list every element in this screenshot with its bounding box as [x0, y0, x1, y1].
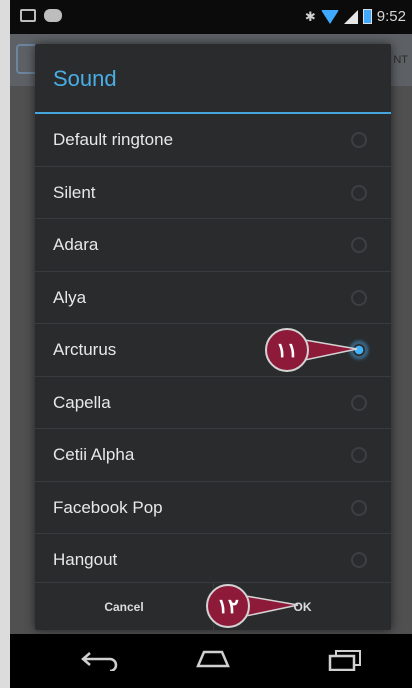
ringtone-item[interactable]: Facebook Pop — [35, 482, 391, 534]
ringtone-item[interactable]: Cetii Alpha — [35, 429, 391, 482]
signal-icon — [343, 9, 358, 24]
voicemail-icon — [44, 9, 62, 22]
ringtone-item[interactable]: Silent — [35, 167, 391, 219]
radio-button[interactable] — [351, 132, 367, 148]
ringtone-item[interactable]: Hangout — [35, 534, 391, 582]
status-bar: ✱ 9:52 — [10, 0, 412, 34]
callout-ok: ۱۲ — [206, 583, 306, 629]
ringtone-label: Hangout — [53, 550, 118, 569]
bluetooth-icon: ✱ — [304, 8, 316, 24]
recent-apps-icon[interactable] — [328, 649, 362, 671]
navigation-bar — [10, 634, 412, 688]
ringtone-label: Default ringtone — [53, 130, 174, 149]
cancel-button[interactable]: Cancel — [35, 583, 213, 631]
wifi-icon — [320, 9, 339, 24]
ringtone-label: Adara — [53, 235, 99, 254]
radio-button[interactable] — [351, 184, 367, 201]
home-icon[interactable] — [194, 648, 232, 668]
ringtone-item[interactable]: Adara — [35, 219, 391, 272]
ringtone-label: Silent — [53, 182, 96, 202]
ringtone-item[interactable]: Capella — [35, 377, 391, 429]
ringtone-label: Capella — [53, 392, 111, 412]
dialog-title: Sound — [53, 66, 117, 91]
radio-button[interactable] — [351, 289, 367, 306]
radio-button[interactable] — [351, 447, 367, 463]
radio-button[interactable] — [351, 552, 367, 568]
back-icon[interactable] — [80, 649, 120, 671]
app-tab-label: NT — [393, 54, 408, 66]
callout-radio-badge: ۱۱ — [265, 328, 309, 372]
ringtone-label: Facebook Pop — [53, 497, 163, 517]
battery-icon — [362, 9, 372, 24]
callout-ok-badge: ۱۲ — [206, 584, 250, 628]
phone-screen: ✱ 9:52 NT Sound Default ringtone Silent Ad… — [10, 0, 412, 688]
radio-button[interactable] — [351, 237, 367, 253]
ringtone-label: Cetii Alpha — [53, 445, 135, 464]
radio-button[interactable] — [351, 394, 367, 411]
radio-button[interactable] — [351, 499, 367, 516]
status-time: 9:52 — [376, 8, 406, 25]
ringtone-item[interactable]: Alya — [35, 272, 391, 324]
ringtone-item[interactable]: Default ringtone — [35, 114, 391, 167]
ringtone-label: Alya — [53, 287, 87, 307]
callout-radio: ۱۱ — [265, 327, 365, 373]
ringtone-label: Arcturus — [53, 340, 117, 359]
notification-icon — [20, 9, 36, 22]
